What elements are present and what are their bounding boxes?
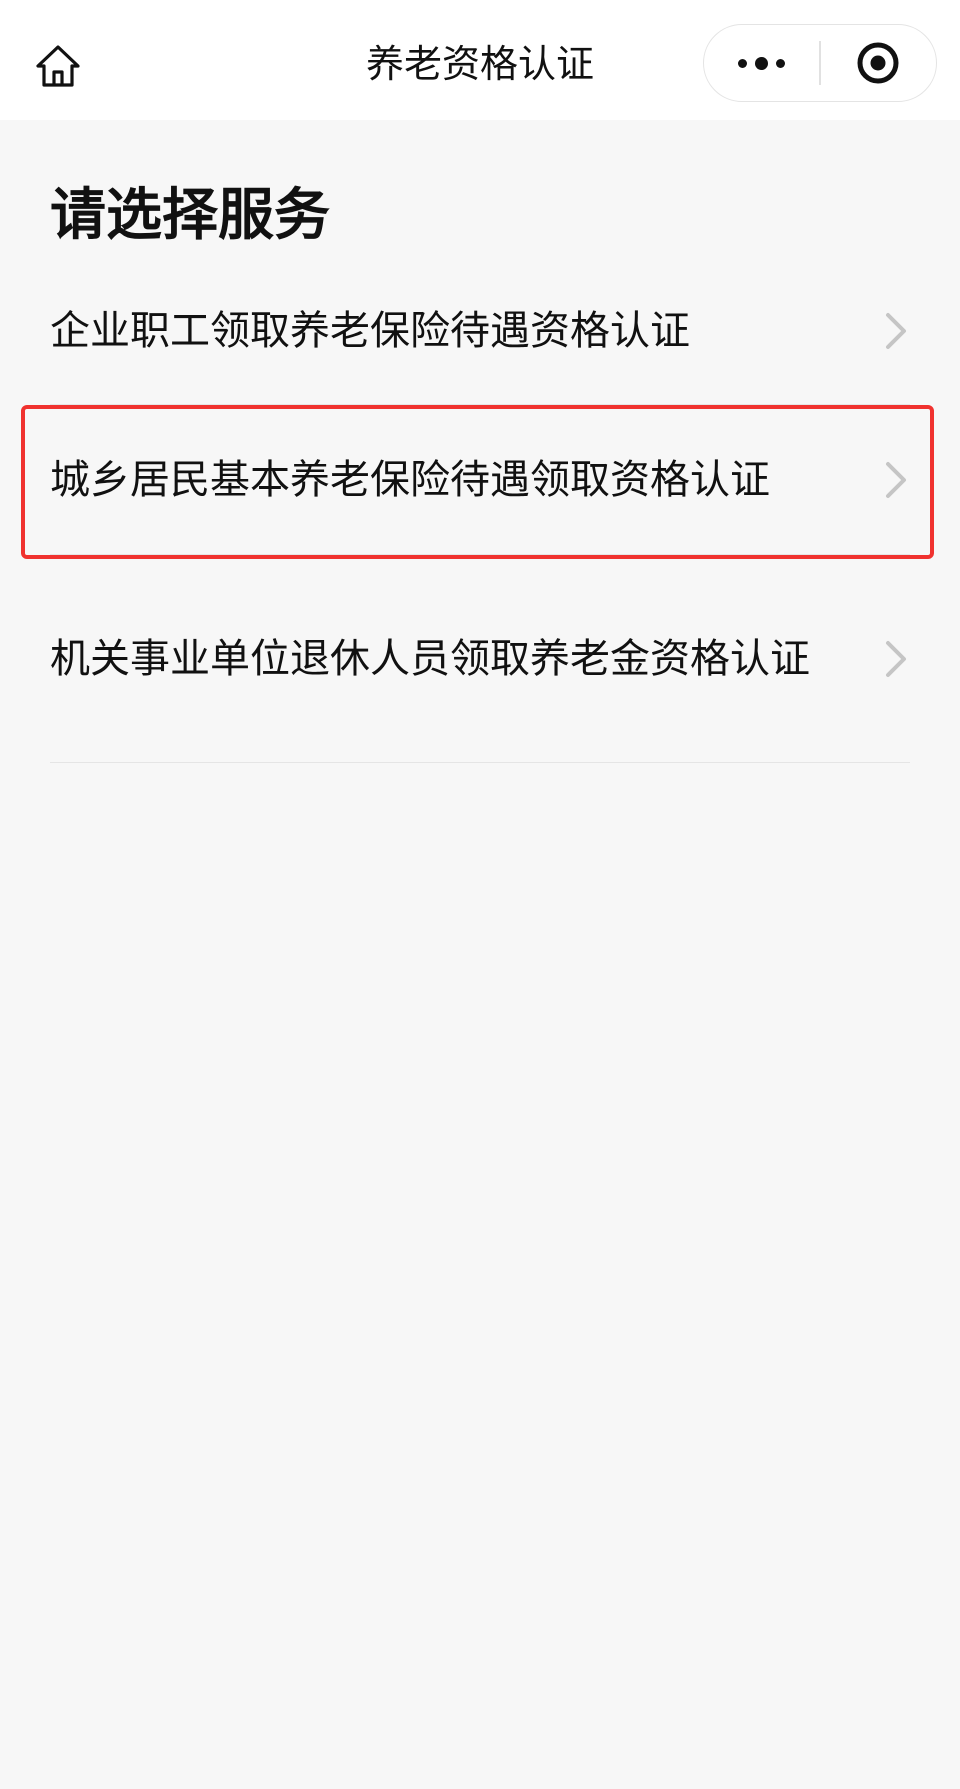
service-item-label: 企业职工领取养老保险待遇资格认证 [50, 308, 690, 354]
mini-program-capsule [703, 24, 937, 102]
more-button[interactable] [704, 25, 819, 101]
service-item-enterprise-employee[interactable]: 企业职工领取养老保险待遇资格认证 [50, 258, 910, 405]
home-button[interactable] [26, 34, 90, 98]
home-icon [36, 45, 80, 87]
page-title: 请选择服务 [50, 183, 330, 248]
more-dots-icon [738, 56, 786, 70]
service-item-urban-rural-resident[interactable]: 城乡居民基本养老保险待遇领取资格认证 [50, 405, 910, 555]
chevron-right-icon [886, 461, 906, 498]
navigation-bar: 养老资格认证 [0, 0, 960, 120]
service-item-label: 机关事业单位退休人员领取养老金资格认证 [50, 635, 810, 682]
main-content: 请选择服务 企业职工领取养老保险待遇资格认证 城乡居民基本养老保险待遇领取资格认… [0, 120, 960, 763]
service-item-public-institution-retiree[interactable]: 机关事业单位退休人员领取养老金资格认证 [50, 555, 910, 763]
chevron-right-icon [886, 313, 906, 349]
close-button[interactable] [821, 25, 936, 101]
chevron-right-icon [886, 640, 906, 677]
service-list: 企业职工领取养老保险待遇资格认证 城乡居民基本养老保险待遇领取资格认证 机关事业… [50, 258, 910, 763]
service-item-label: 城乡居民基本养老保险待遇领取资格认证 [50, 456, 770, 503]
target-circle-icon [857, 42, 899, 84]
